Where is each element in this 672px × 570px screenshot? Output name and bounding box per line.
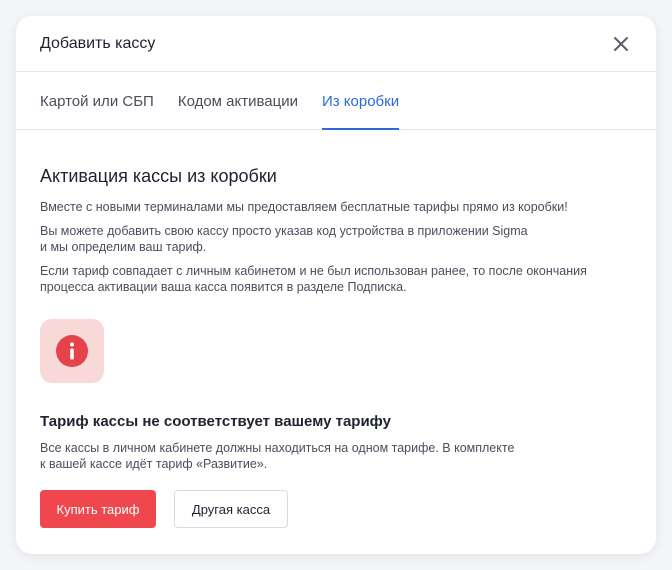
modal-title: Добавить кассу xyxy=(40,34,156,52)
alert-text: Все кассы в личном кабинете должны наход… xyxy=(40,441,515,471)
tab-card-or-sbp[interactable]: Картой или СБП xyxy=(40,72,154,130)
tab-bar: Картой или СБП Кодом активации Из коробк… xyxy=(16,72,656,130)
intro-paragraph: Вместе с новыми терминалами мы предостав… xyxy=(40,200,568,214)
info-icon xyxy=(56,335,88,367)
tab-content: Активация кассы из коробки Вместе с новы… xyxy=(16,130,656,528)
action-buttons: Купить тариф Другая касса xyxy=(40,490,632,528)
alert-title: Тариф кассы не соответствует вашему тари… xyxy=(40,413,391,430)
alert-icon-box xyxy=(40,319,104,383)
tab-out-of-box[interactable]: Из коробки xyxy=(321,72,400,130)
section-title: Активация кассы из коробки xyxy=(40,166,277,186)
modal-header: Добавить кассу xyxy=(16,16,656,72)
buy-tariff-button[interactable]: Купить тариф xyxy=(40,490,156,528)
condition-paragraph: Если тариф совпадает с личным кабинетом … xyxy=(40,264,587,294)
add-register-modal: Добавить кассу Картой или СБП Кодом акти… xyxy=(16,16,656,554)
close-icon xyxy=(614,36,628,51)
close-button[interactable] xyxy=(610,33,632,55)
other-register-button[interactable]: Другая касса xyxy=(174,490,288,528)
tab-activation-code[interactable]: Кодом активации xyxy=(178,72,298,130)
instruction-paragraph: Вы можете добавить свою кассу просто ука… xyxy=(40,224,528,254)
